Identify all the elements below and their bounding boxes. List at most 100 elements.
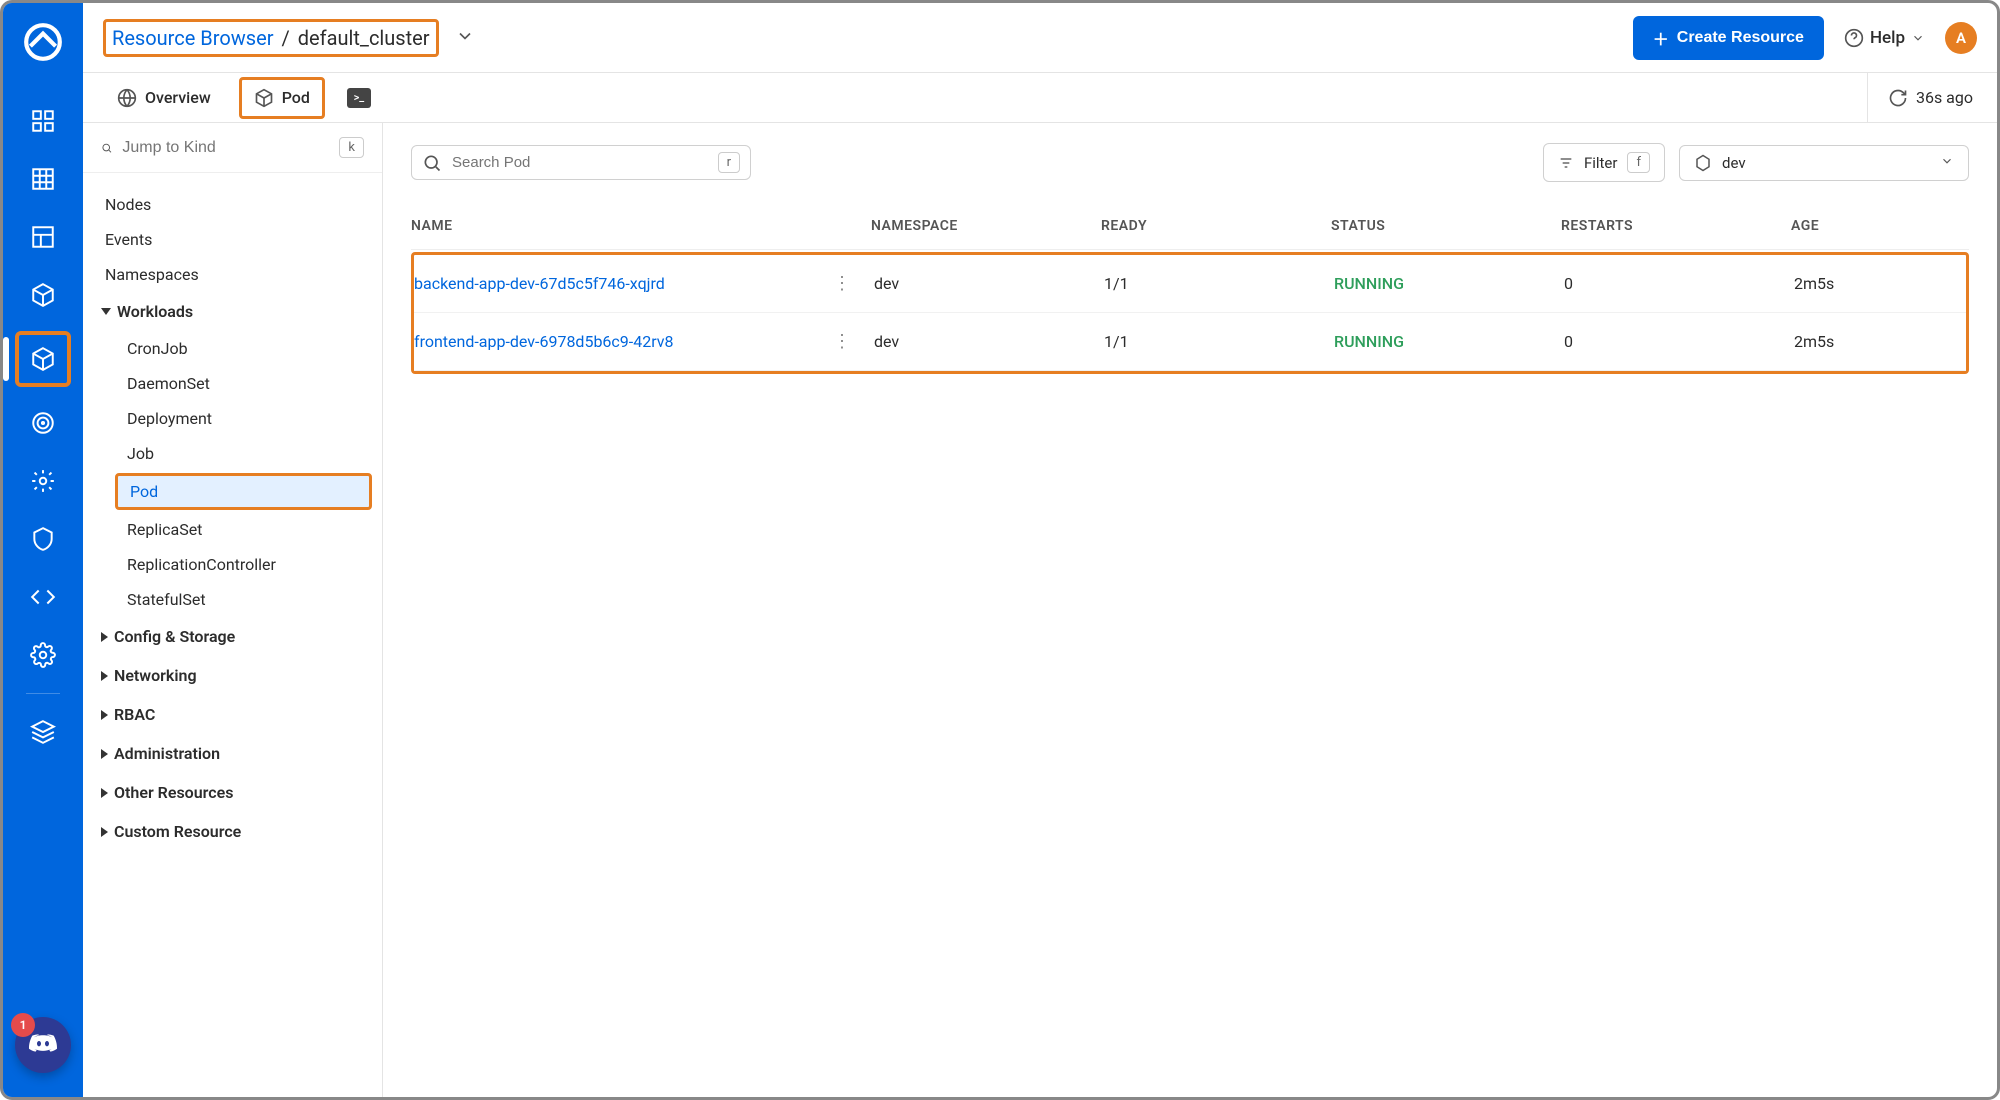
sidebar-group-custom[interactable]: Custom Resource [83, 812, 382, 851]
nav-target-icon[interactable] [21, 401, 65, 445]
nav-apps-icon[interactable] [21, 99, 65, 143]
sidebar-item-namespaces[interactable]: Namespaces [83, 257, 382, 292]
cell-namespace: dev [874, 274, 1104, 293]
col-status: STATUS [1331, 218, 1561, 234]
filter-button[interactable]: Filter f [1543, 143, 1665, 182]
cube-icon [254, 88, 274, 108]
cell-restarts: 0 [1564, 332, 1794, 351]
cell-age: 2m5s [1794, 332, 1954, 351]
col-name: NAME [411, 218, 871, 234]
overview-icon [117, 88, 137, 108]
chevron-down-icon [1940, 154, 1954, 172]
help-label: Help [1870, 28, 1905, 48]
col-namespace: NAMESPACE [871, 218, 1101, 234]
tab-pod[interactable]: Pod [239, 77, 325, 119]
tab-pod-label: Pod [282, 88, 310, 107]
kind-sidebar: k Nodes Events Namespaces Workloads Cron… [83, 123, 383, 1097]
cell-status: RUNNING [1334, 332, 1564, 351]
filter-icon [1558, 155, 1574, 171]
breadcrumb-root[interactable]: Resource Browser [112, 26, 274, 50]
cell-status: RUNNING [1334, 274, 1564, 293]
caret-right-icon [101, 749, 108, 759]
filter-label: Filter [1584, 154, 1618, 172]
breadcrumb-cluster[interactable]: default_cluster [298, 26, 430, 50]
namespace-selector[interactable]: dev [1679, 145, 1969, 181]
sidebar-group-administration[interactable]: Administration [83, 734, 382, 773]
plus-icon: ＋ [1653, 26, 1669, 50]
namespace-value: dev [1722, 154, 1746, 172]
sidebar-item-daemonset[interactable]: DaemonSet [83, 366, 382, 401]
create-resource-label: Create Resource [1677, 29, 1804, 47]
user-avatar[interactable]: A [1945, 22, 1977, 54]
caret-right-icon [101, 710, 108, 720]
col-age: AGE [1791, 218, 1951, 234]
nav-resource-browser-highlight [15, 331, 71, 387]
nav-grid-icon[interactable] [21, 157, 65, 201]
search-icon [422, 153, 442, 173]
sidebar-group-other[interactable]: Other Resources [83, 773, 382, 812]
table-header: NAME NAMESPACE READY STATUS RESTARTS AGE [411, 202, 1969, 250]
row-menu-icon[interactable]: ⋮ [833, 273, 850, 294]
sidebar-item-pod[interactable]: Pod [115, 473, 372, 510]
breadcrumb: Resource Browser / default_cluster [103, 19, 439, 57]
table-row: backend-app-dev-67d5c5f746-xqjrd ⋮ dev 1/… [414, 255, 1966, 313]
sidebar-item-statefulset[interactable]: StatefulSet [83, 582, 382, 617]
sidebar-item-replicationcontroller[interactable]: ReplicationController [83, 547, 382, 582]
caret-right-icon [101, 671, 108, 681]
col-ready: READY [1101, 218, 1331, 234]
nav-layers-icon[interactable] [21, 710, 65, 754]
search-pod-box: r [411, 145, 751, 180]
cell-namespace: dev [874, 332, 1104, 351]
cluster-dropdown-icon[interactable] [455, 26, 475, 50]
cell-restarts: 0 [1564, 274, 1794, 293]
create-resource-button[interactable]: ＋ Create Resource [1633, 16, 1824, 60]
refresh-icon [1888, 88, 1908, 108]
caret-down-icon [101, 308, 111, 315]
hexagon-icon [1694, 154, 1712, 172]
pod-name-link[interactable]: frontend-app-dev-6978d5b6c9-42rv8 [414, 332, 674, 351]
caret-right-icon [101, 827, 108, 837]
devtron-logo[interactable] [22, 21, 64, 63]
sidebar-item-events[interactable]: Events [83, 222, 382, 257]
tab-overview-label: Overview [145, 88, 211, 107]
sidebar-item-replicaset[interactable]: ReplicaSet [83, 512, 382, 547]
breadcrumb-separator: / [282, 26, 290, 50]
sidebar-item-cronjob[interactable]: CronJob [83, 331, 382, 366]
sidebar-item-deployment[interactable]: Deployment [83, 401, 382, 436]
nav-shield-icon[interactable] [21, 517, 65, 561]
row-menu-icon[interactable]: ⋮ [833, 331, 850, 352]
refresh-button[interactable]: 36s ago [1867, 73, 1997, 122]
pod-name-link[interactable]: backend-app-dev-67d5c5f746-xqjrd [414, 274, 665, 293]
table-row: frontend-app-dev-6978d5b6c9-42rv8⋮ dev 1… [414, 313, 1966, 371]
help-menu[interactable]: Help [1844, 28, 1925, 48]
sidebar-group-workloads[interactable]: Workloads [83, 292, 382, 331]
discord-icon [27, 1029, 59, 1061]
caret-right-icon [101, 632, 108, 642]
tab-terminal[interactable]: >_ [339, 82, 379, 114]
nav-cube-icon[interactable] [21, 273, 65, 317]
search-pod-input[interactable] [452, 154, 708, 171]
sidebar-item-job[interactable]: Job [83, 436, 382, 471]
jump-shortcut-key: k [339, 137, 364, 158]
terminal-icon: >_ [347, 88, 371, 108]
tab-overview[interactable]: Overview [103, 78, 225, 118]
search-icon [101, 138, 112, 158]
nav-settings-icon[interactable] [21, 633, 65, 677]
nav-gear-icon[interactable] [21, 459, 65, 503]
nav-layout-icon[interactable] [21, 215, 65, 259]
filter-shortcut-key: f [1627, 152, 1650, 173]
left-rail: 1 [3, 3, 83, 1097]
refresh-age: 36s ago [1916, 88, 1973, 107]
nav-code-icon[interactable] [21, 575, 65, 619]
sidebar-group-networking[interactable]: Networking [83, 656, 382, 695]
cell-ready: 1/1 [1104, 274, 1334, 293]
sidebar-item-nodes[interactable]: Nodes [83, 187, 382, 222]
help-icon [1844, 28, 1864, 48]
caret-right-icon [101, 788, 108, 798]
col-restarts: RESTARTS [1561, 218, 1791, 234]
sidebar-group-rbac[interactable]: RBAC [83, 695, 382, 734]
jump-to-kind-input[interactable] [122, 139, 329, 157]
discord-button[interactable]: 1 [15, 1017, 71, 1073]
sidebar-group-config-storage[interactable]: Config & Storage [83, 617, 382, 656]
nav-resource-browser-icon[interactable] [21, 337, 65, 381]
